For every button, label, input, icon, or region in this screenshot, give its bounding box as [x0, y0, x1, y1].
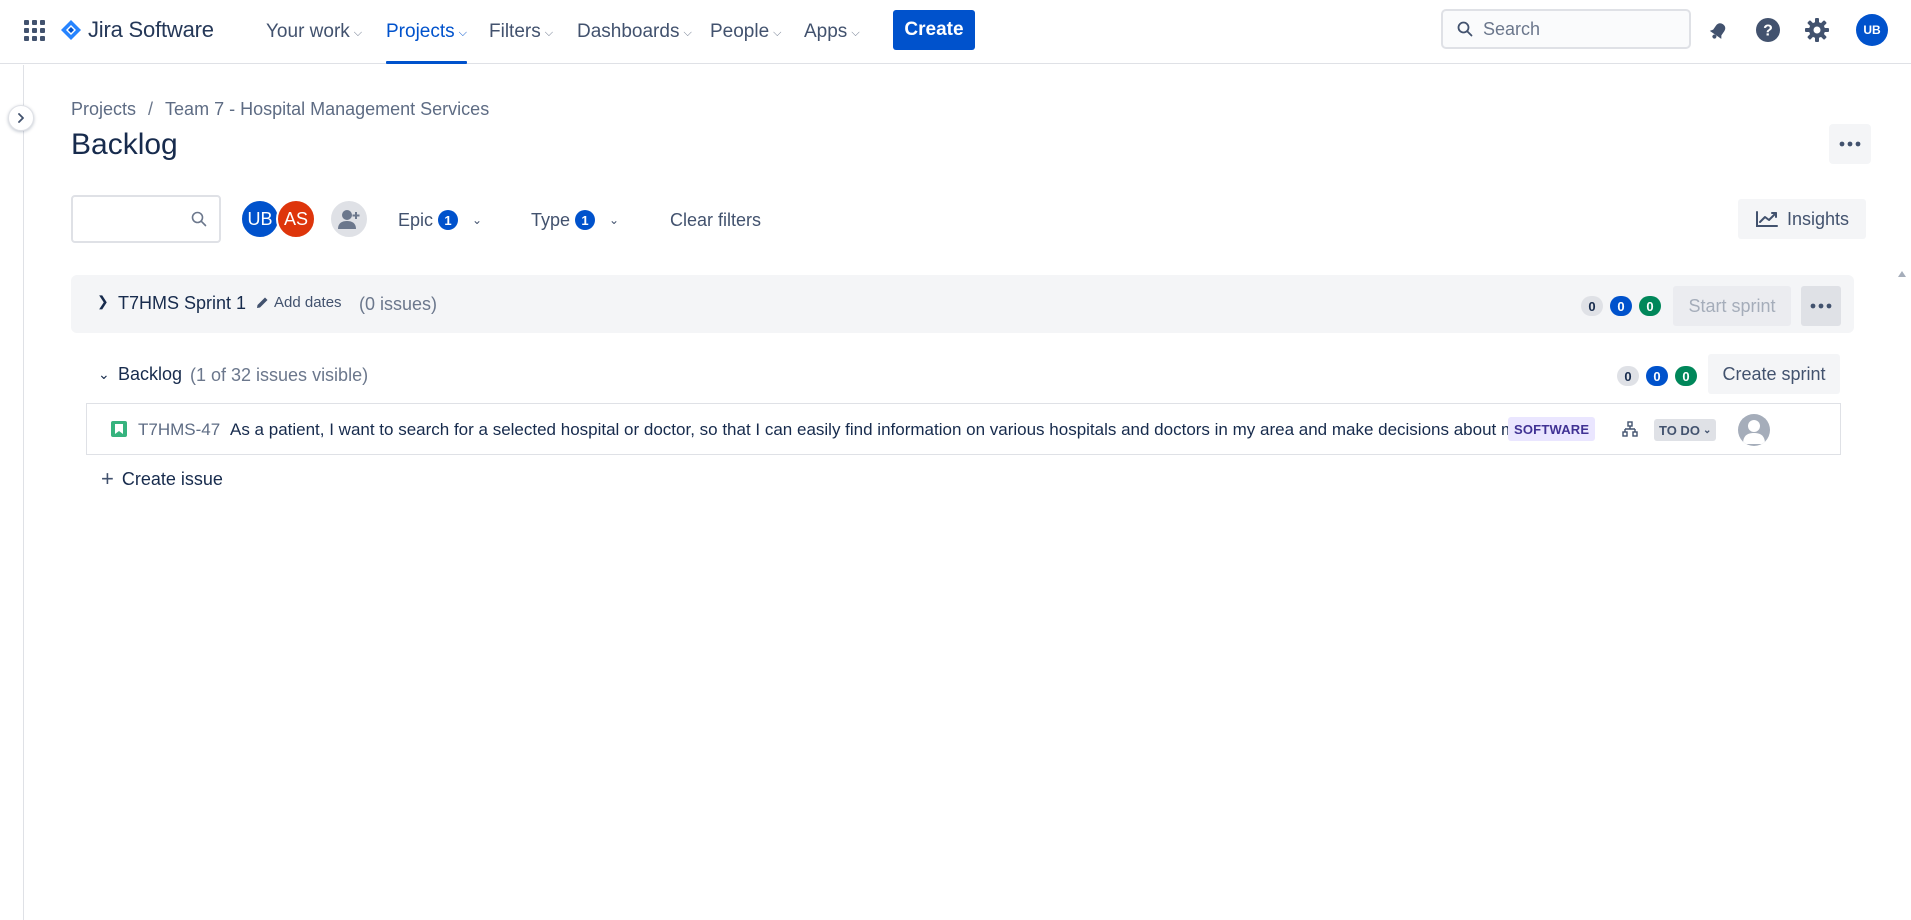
chevron-right-icon[interactable]: ❯	[97, 293, 109, 310]
create-sprint-button[interactable]: Create sprint	[1708, 354, 1840, 394]
type-filter-count: 1	[575, 210, 596, 230]
nav-projects[interactable]: Projects ⌵	[386, 0, 467, 64]
product-name: Jira Software	[88, 17, 214, 42]
start-sprint-button[interactable]: Start sprint	[1673, 286, 1791, 326]
sprint-issue-count: (0 issues)	[359, 294, 438, 314]
create-button[interactable]: Create	[893, 10, 975, 50]
search-icon	[191, 211, 207, 227]
top-navigation: Jira Software Your work ⌵ Projects ⌵ Filte…	[0, 0, 1911, 64]
clear-filters-button[interactable]: Clear filters	[670, 200, 761, 240]
issue-summary: As a patient, I want to search for a sel…	[230, 420, 1585, 439]
nav-filters[interactable]: Filters ⌵	[489, 0, 553, 64]
epic-filter-label: Epic	[398, 209, 434, 230]
backlog-issue-count: (1 of 32 issues visible)	[190, 365, 369, 385]
chevron-down-icon: ⌵	[683, 26, 692, 39]
backlog-search[interactable]	[71, 195, 221, 243]
unassigned-avatar-icon[interactable]	[1738, 414, 1770, 446]
more-horizontal-icon	[1839, 141, 1861, 147]
chevron-down-icon: ⌵	[458, 26, 467, 39]
chevron-down-icon: ⌵	[851, 26, 860, 39]
sidebar-collapsed	[0, 65, 24, 920]
page-title: Backlog	[71, 128, 178, 161]
scroll-up-arrow-icon[interactable]	[1898, 271, 1906, 277]
in-progress-count-badge: 0	[1610, 296, 1632, 316]
sprint-more-actions-button[interactable]	[1801, 286, 1841, 326]
chevron-down-icon: ⌵	[353, 26, 363, 39]
settings-gear-icon[interactable]	[1801, 14, 1833, 46]
assignee-filter-avatar-as[interactable]: AS	[276, 199, 316, 239]
notifications-icon[interactable]	[1703, 14, 1735, 46]
backlog-section-title[interactable]: Backlog	[118, 364, 182, 385]
chevron-down-icon: ⌄	[1702, 424, 1712, 436]
todo-count-badge: 0	[1581, 296, 1603, 316]
type-filter-label: Type	[531, 209, 571, 230]
chevron-down-icon: ⌄	[472, 213, 483, 227]
add-user-icon	[338, 210, 360, 229]
chevron-down-icon[interactable]: ⌄	[98, 366, 110, 383]
svg-text:?: ?	[1763, 23, 1773, 40]
issue-key[interactable]: T7HMS-47	[138, 420, 220, 440]
insights-label: Insights	[1786, 208, 1850, 229]
status-dropdown[interactable]: TO DO ⌄	[1654, 419, 1717, 441]
nav-people[interactable]: People ⌵	[710, 0, 782, 64]
nav-label: Filters	[489, 21, 541, 42]
add-dates-button[interactable]: Add dates	[256, 294, 342, 311]
nav-dashboards[interactable]: Dashboards ⌵	[577, 0, 692, 64]
insights-button[interactable]: Insights	[1738, 199, 1866, 239]
epic-lozenge[interactable]: SOFTWARE	[1508, 417, 1596, 441]
epic-filter-button[interactable]: Epic 1 ⌄	[398, 200, 482, 240]
epic-filter-count: 1	[438, 210, 459, 230]
status-label: TO DO	[1659, 422, 1700, 438]
nav-label: Your work	[266, 21, 350, 42]
backlog-issue-row[interactable]: T7HMS-47 As a patient, I want to search …	[86, 403, 1841, 455]
global-search[interactable]	[1441, 9, 1691, 49]
nav-label: Apps	[804, 21, 848, 42]
nav-label: People	[710, 21, 770, 42]
breadcrumb-projects[interactable]: Projects	[71, 99, 136, 120]
todo-count-badge: 0	[1617, 366, 1639, 386]
story-icon	[111, 421, 127, 437]
breadcrumb: Projects / Team 7 - Hospital Management …	[71, 99, 489, 120]
done-count-badge: 0	[1675, 366, 1697, 386]
assignee-filter-avatar-ub[interactable]: UB	[240, 199, 280, 239]
chevron-down-icon: ⌄	[609, 213, 620, 227]
chevron-down-icon: ⌵	[544, 26, 554, 39]
create-issue-label: Create issue	[121, 468, 223, 489]
breadcrumb-separator: /	[148, 99, 154, 119]
chevron-right-icon	[18, 113, 24, 123]
sprint-name[interactable]: T7HMS Sprint 1	[118, 293, 246, 314]
nav-your-work[interactable]: Your work ⌵	[266, 0, 362, 64]
add-dates-label: Add dates	[274, 294, 342, 311]
user-avatar[interactable]: UB	[1856, 14, 1888, 46]
create-issue-button[interactable]: + Create issue	[101, 468, 223, 490]
scrollbar[interactable]	[1894, 265, 1911, 920]
nav-label: Projects	[386, 21, 455, 42]
jira-diamond-icon	[61, 20, 81, 40]
plus-icon: +	[101, 466, 114, 491]
app-switcher-icon[interactable]	[22, 18, 46, 42]
trend-chart-icon	[1755, 211, 1778, 227]
type-filter-button[interactable]: Type 1 ⌄	[531, 200, 619, 240]
more-horizontal-icon	[1810, 303, 1832, 309]
breadcrumb-project-name[interactable]: Team 7 - Hospital Management Services	[165, 99, 489, 120]
nav-apps[interactable]: Apps ⌵	[804, 0, 860, 64]
expand-sidebar-button[interactable]	[8, 105, 34, 131]
chevron-down-icon: ⌵	[773, 26, 782, 39]
child-issues-icon[interactable]	[1621, 420, 1639, 438]
pencil-icon	[257, 297, 268, 308]
search-icon	[1457, 21, 1473, 37]
page-more-actions-button[interactable]	[1829, 124, 1871, 164]
backlog-search-input[interactable]	[81, 207, 181, 231]
jira-logo[interactable]: Jira Software	[60, 16, 214, 44]
help-icon[interactable]: ?	[1752, 14, 1784, 46]
in-progress-count-badge: 0	[1646, 366, 1668, 386]
add-people-button[interactable]	[329, 199, 369, 239]
done-count-badge: 0	[1639, 296, 1661, 316]
nav-label: Dashboards	[577, 21, 680, 42]
search-input[interactable]	[1483, 18, 1683, 40]
